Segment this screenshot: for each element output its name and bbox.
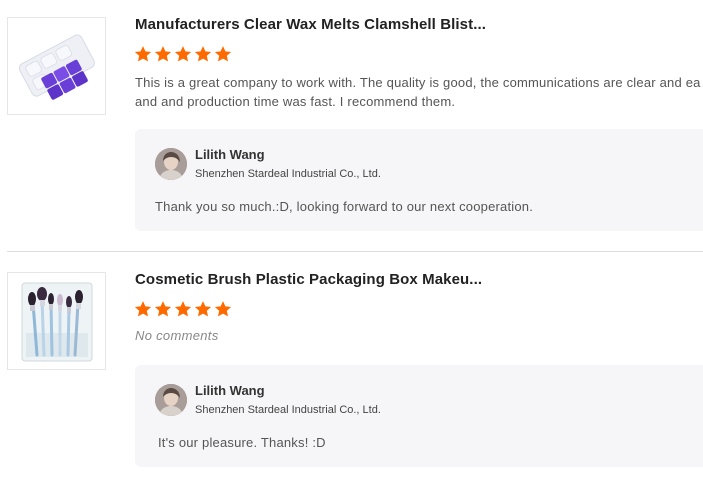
reply-text: Thank you so much.:D, looking forward to… <box>155 199 534 214</box>
reviews-page: Manufacturers Clear Wax Melts Clamshell … <box>0 0 703 487</box>
no-comments-text: No comments <box>135 328 219 343</box>
star-icon <box>134 301 152 317</box>
star-rating <box>134 300 232 318</box>
product-thumbnail[interactable] <box>7 17 106 115</box>
star-icon <box>214 301 232 317</box>
product-title-link[interactable]: Cosmetic Brush Plastic Packaging Box Mak… <box>135 271 482 288</box>
star-icon <box>194 301 212 317</box>
star-icon <box>194 46 212 62</box>
reply-company-name: Shenzhen Stardeal Industrial Co., Ltd. <box>195 168 381 180</box>
review-comment: This is a great company to work with. Th… <box>135 73 703 111</box>
reply-text: It's our pleasure. Thanks! :D <box>158 435 326 450</box>
star-icon <box>154 46 172 62</box>
avatar-image <box>155 148 187 180</box>
star-icon <box>134 46 152 62</box>
product-title-link[interactable]: Manufacturers Clear Wax Melts Clamshell … <box>135 16 486 33</box>
star-icon <box>214 46 232 62</box>
brush-packaging-box-image <box>8 273 105 369</box>
wax-melt-clamshell-image <box>8 18 105 114</box>
seller-reply: Lilith Wang Shenzhen Stardeal Industrial… <box>135 365 703 467</box>
seller-reply: Lilith Wang Shenzhen Stardeal Industrial… <box>135 129 703 231</box>
star-icon <box>174 301 192 317</box>
reply-author-name: Lilith Wang <box>195 383 265 398</box>
review-comment-line: This is a great company to work with. Th… <box>135 75 701 90</box>
user-avatar <box>155 384 187 416</box>
review-comment-line: and and production time was fast. I reco… <box>135 94 456 109</box>
star-icon <box>174 46 192 62</box>
reply-company-name: Shenzhen Stardeal Industrial Co., Ltd. <box>195 404 381 416</box>
star-rating <box>134 45 232 63</box>
star-icon <box>154 301 172 317</box>
reply-author-name: Lilith Wang <box>195 147 265 162</box>
product-thumbnail[interactable] <box>7 272 106 370</box>
review-divider <box>7 251 703 252</box>
avatar-image <box>155 384 187 416</box>
user-avatar <box>155 148 187 180</box>
